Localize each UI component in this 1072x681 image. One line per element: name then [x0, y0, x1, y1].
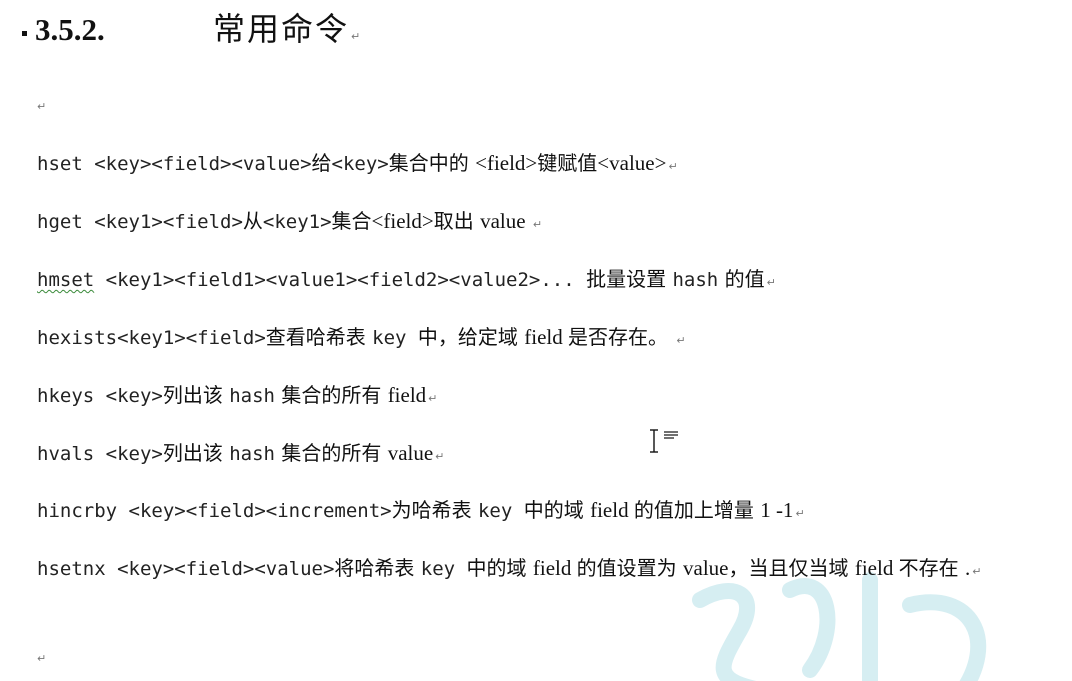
command-hsetnx-text: 的值设置为 — [576, 556, 683, 580]
command-hget-text: 集合 — [331, 209, 372, 233]
command-hsetnx-text: field — [532, 556, 577, 580]
command-hget-text: hget <key1><field> — [37, 211, 243, 233]
command-hvals-text: hash — [229, 443, 275, 465]
return-arrow-icon: ↵ — [676, 334, 686, 347]
text-ibeam-cursor-icon — [650, 429, 678, 453]
return-arrow-icon: ↵ — [766, 276, 776, 289]
command-hincrby-text: 中的域 — [523, 498, 591, 522]
command-hsetnx-text: 将哈希表 — [334, 556, 421, 580]
command-line-hkeys: hkeys <key>列出该 hash 集合的所有 field ↵ — [37, 380, 1047, 414]
command-hincrby-text: 为哈希表 — [391, 498, 478, 522]
command-hexists-text: hexists<key1><field> — [37, 327, 266, 349]
command-hget-text: 从 — [242, 209, 263, 233]
command-hset-text: 给 — [311, 151, 332, 175]
command-line-hexists: hexists<key1><field>查看哈希表 key 中，给定域 fiel… — [37, 322, 1047, 356]
command-hset-text: hset <key><field><value> — [37, 153, 312, 175]
command-hexists-text: 查看哈希表 — [265, 325, 373, 349]
command-hvals-text: 集合的所有 — [274, 441, 388, 465]
return-arrow-icon: ↵ — [668, 160, 678, 173]
command-hset-text: <field> — [475, 151, 538, 175]
command-hsetnx-text: key — [420, 558, 467, 580]
command-hset-text: 键赋值 — [537, 151, 598, 175]
command-hincrby-text: field — [590, 498, 634, 522]
command-hsetnx-text: ，当且仅当域 — [728, 556, 855, 580]
command-hkeys-text: field — [387, 383, 427, 407]
return-arrow-icon: ↵ — [972, 565, 982, 578]
command-hsetnx-text: . — [964, 556, 971, 580]
command-hsetnx-text: field — [854, 556, 899, 580]
command-hkeys-text: 集合的所有 — [274, 383, 388, 407]
command-hset-text: 集合中的 — [388, 151, 476, 175]
command-line-hsetnx: hsetnx <key><field><value>将哈希表 key 中的域 f… — [37, 552, 1047, 588]
command-hmset-text: <key1><field1><value1><field2><value2>..… — [94, 269, 587, 291]
command-hexists-text: 是否存在。 — [568, 325, 675, 349]
command-line-hmset: hmset <key1><field1><value1><field2><val… — [37, 264, 1047, 298]
command-hincrby-text: key — [477, 500, 524, 522]
command-hget-text: value — [480, 209, 531, 233]
command-hmset-text: hmset — [37, 269, 95, 291]
section-heading: 3.5.2. 常用命令 ↵ — [22, 4, 360, 54]
command-line-hget: hget <key1><field>从<key1>集合<field>取出 val… — [37, 206, 1047, 240]
command-hmset-text: hash — [672, 269, 719, 291]
return-arrow-icon: ↵ — [435, 450, 445, 463]
command-hget-text: <key1> — [262, 211, 332, 233]
command-hset-text: <value> — [597, 151, 667, 175]
command-hget-text: <field> — [371, 209, 434, 233]
command-line-hset: hset <key><field><value>给<key>集合中的 <fiel… — [37, 148, 1047, 182]
heading-number: 3.5.2. — [35, 12, 105, 47]
return-arrow-icon: ↵ — [532, 218, 543, 231]
command-hvals-text: value — [387, 441, 434, 465]
command-hexists-text: key — [372, 327, 418, 349]
heading-title: 常用命令 — [213, 10, 350, 48]
command-hsetnx-text: value — [683, 556, 729, 580]
command-hkeys-text: 列出该 — [162, 383, 230, 407]
command-hget-text: 取出 — [433, 209, 481, 233]
return-arrow-icon: ↵ — [37, 652, 47, 665]
command-hincrby-text: 的值加上增量 — [633, 498, 761, 522]
command-hincrby-text: hincrby <key><field><increment> — [37, 500, 392, 522]
command-hmset-text: 批量设置 — [586, 267, 673, 291]
command-line-hvals: hvals <key>列出该 hash 集合的所有 value ↵ — [37, 438, 1047, 472]
command-hexists-text: field — [524, 325, 568, 349]
return-arrow-icon: ↵ — [37, 100, 47, 113]
command-hmset-text: 的值 — [718, 267, 765, 291]
command-hexists-text: 中，给定域 — [417, 325, 525, 349]
command-hsetnx-text: 不存在 — [898, 556, 965, 580]
command-hkeys-text: hkeys <key> — [37, 385, 163, 407]
heading-bullet — [22, 31, 27, 36]
command-hsetnx-text: 中的域 — [466, 556, 533, 580]
command-hvals-text: 列出该 — [162, 441, 230, 465]
command-line-hincrby: hincrby <key><field><increment>为哈希表 key … — [37, 495, 1047, 529]
command-hsetnx-text: hsetnx <key><field><value> — [37, 558, 335, 580]
command-hvals-text: hvals <key> — [37, 443, 163, 465]
return-arrow-icon: ↵ — [795, 507, 805, 520]
command-hkeys-text: hash — [229, 385, 275, 407]
command-hset-text: <key> — [331, 153, 389, 175]
return-arrow-icon: ↵ — [428, 392, 438, 405]
return-arrow-icon: ↵ — [351, 30, 361, 43]
command-hincrby-text: 1 -1 — [760, 498, 794, 522]
